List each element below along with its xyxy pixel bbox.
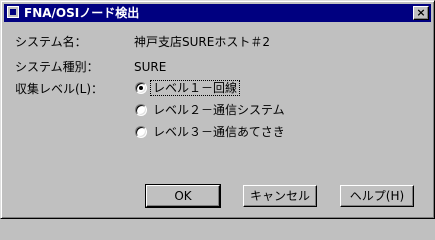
help-button[interactable]: ヘルプ(H) xyxy=(340,185,414,207)
system-name-label: システム名： xyxy=(15,35,87,49)
radio-level-1[interactable]: レベル１－回線 xyxy=(135,80,335,97)
radio-label-level-1: レベル１－回線 xyxy=(149,80,241,96)
cancel-button[interactable]: キャンセル xyxy=(243,185,317,207)
system-type-label: システム種別： xyxy=(15,60,99,74)
radio-button[interactable] xyxy=(135,126,147,138)
radio-level-3[interactable]: レベル３－通信あてさき xyxy=(135,125,335,141)
window-title: FNA/OSIノード検出 xyxy=(24,6,140,20)
ok-button[interactable]: OK xyxy=(145,184,221,208)
radio-button[interactable] xyxy=(135,104,147,116)
collect-level-label: 収集レベル(L)： xyxy=(15,82,104,96)
radio-dot-icon xyxy=(139,86,143,90)
system-type-value: SURE xyxy=(134,60,167,74)
close-button[interactable]: × xyxy=(413,6,429,20)
radio-button-checked[interactable] xyxy=(135,82,147,94)
dialog-window: FNA/OSIノード検出 × システム名： 神戸支店SUREホスト＃2 システム… xyxy=(0,0,435,219)
radio-level-2[interactable]: レベル２－通信システム xyxy=(135,103,335,119)
radio-label-level-3: レベル３－通信あてさき xyxy=(153,125,285,139)
app-window-icon xyxy=(7,6,19,18)
close-icon: × xyxy=(416,6,426,19)
radio-label-level-2: レベル２－通信システム xyxy=(153,103,285,117)
title-bar[interactable]: FNA/OSIノード検出 × xyxy=(4,4,431,22)
system-name-value: 神戸支店SUREホスト＃2 xyxy=(134,35,270,49)
